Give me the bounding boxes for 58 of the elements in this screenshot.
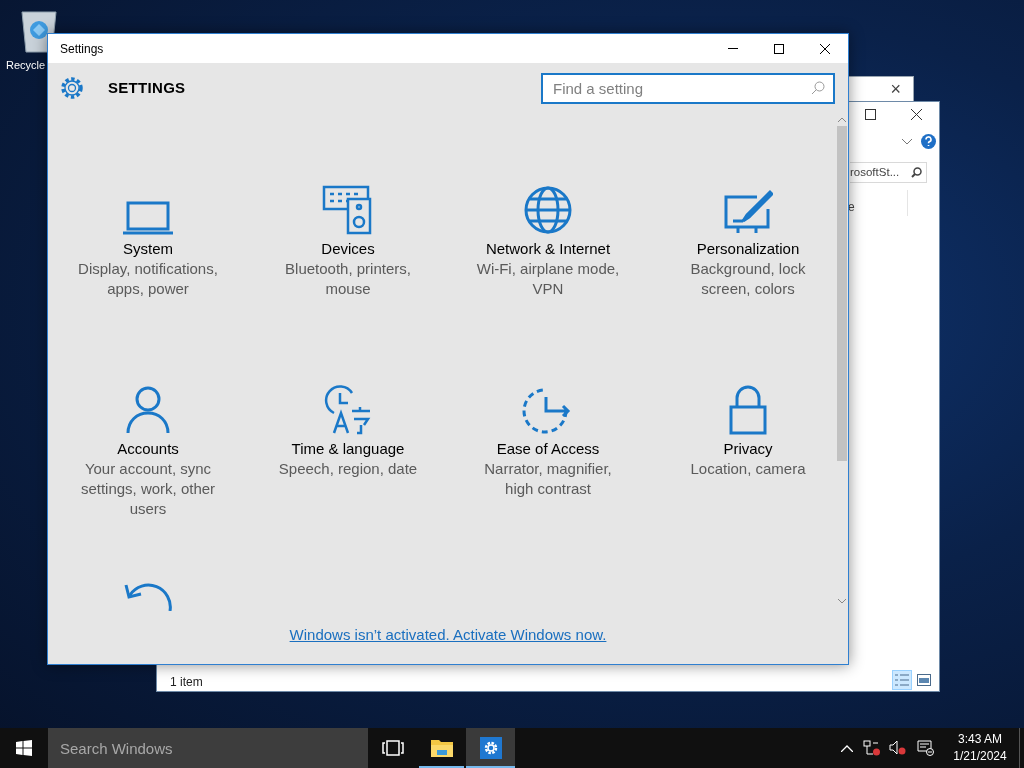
maximize-icon[interactable]	[865, 109, 876, 120]
category-description: Bluetooth, printers, mouse	[284, 259, 412, 299]
search-field[interactable]: Find a setting	[541, 72, 835, 104]
globe-icon	[523, 185, 573, 235]
search-icon	[911, 167, 922, 178]
chevron-up-icon[interactable]	[841, 744, 853, 752]
close-icon	[820, 43, 830, 54]
windows-logo-icon	[16, 740, 32, 756]
status-bar-text: 1 item	[170, 674, 203, 691]
category-title[interactable]: System	[123, 239, 173, 259]
category-title[interactable]: Ease of Access	[496, 439, 600, 459]
category-description: Display, notifications, apps, power	[77, 259, 219, 299]
preview-view-icon	[917, 674, 931, 686]
category-description: Location, camera	[689, 459, 807, 479]
taskbar-search-field[interactable]: Search Windows	[48, 728, 368, 768]
settings-icon	[60, 76, 84, 100]
search-icon	[811, 80, 825, 95]
task-view-icon	[381, 740, 404, 756]
window-title: Settings	[59, 40, 104, 58]
scroll-up-icon[interactable]	[838, 117, 846, 122]
folder-icon	[429, 738, 454, 758]
person-icon	[125, 385, 171, 435]
column-header: e	[848, 199, 855, 216]
undo-arrow-icon	[122, 581, 174, 611]
category-description: Narrator, magnifier, high contrast	[483, 459, 613, 499]
page-heading: SETTINGS	[108, 77, 186, 98]
chevron-down-icon[interactable]	[902, 139, 912, 145]
clock-time[interactable]: 3:43 AM	[958, 731, 1002, 748]
lock-icon	[728, 385, 768, 435]
taskbar-app-button[interactable]	[466, 728, 515, 768]
details-view-icon	[895, 674, 909, 686]
network-error-icon[interactable]	[863, 740, 881, 756]
scroll-down-icon[interactable]	[838, 599, 846, 604]
category-description: Wi-Fi, airplane mode, VPN	[475, 259, 621, 299]
category-title[interactable]: Privacy	[723, 439, 773, 459]
laptop-icon	[122, 201, 174, 235]
category-title[interactable]: Accounts	[117, 439, 179, 459]
keyboard-speaker-icon	[322, 185, 374, 235]
help-icon[interactable]	[921, 134, 936, 149]
category-title[interactable]: Devices	[321, 239, 375, 259]
gear-icon	[479, 737, 502, 759]
category-description: Your account, sync settings, work, other users	[79, 459, 217, 519]
minimize-icon	[728, 48, 738, 49]
desktop-icon-label[interactable]: Recycle	[6, 58, 46, 73]
speaker-muted-icon[interactable]	[889, 740, 907, 756]
search-field[interactable]: rosoftSt...	[850, 162, 927, 183]
category-title[interactable]: Network & Internet	[485, 239, 611, 259]
monitor-brush-icon	[723, 189, 773, 235]
category-title[interactable]: Time & language	[291, 439, 405, 459]
category-description: Speech, region, date	[277, 459, 419, 479]
close-icon[interactable]	[911, 109, 922, 120]
notifications-icon[interactable]	[917, 740, 935, 756]
close-button[interactable]: ×	[890, 80, 901, 98]
clock-date[interactable]: 1/21/2024	[953, 748, 1007, 765]
category-description: Background, lock screen, colors	[689, 259, 807, 299]
activation-link[interactable]: Windows isn’t activated. Activate Windows now.	[289, 624, 607, 647]
category-title[interactable]: Personalization	[696, 239, 800, 259]
maximize-icon	[774, 43, 784, 54]
